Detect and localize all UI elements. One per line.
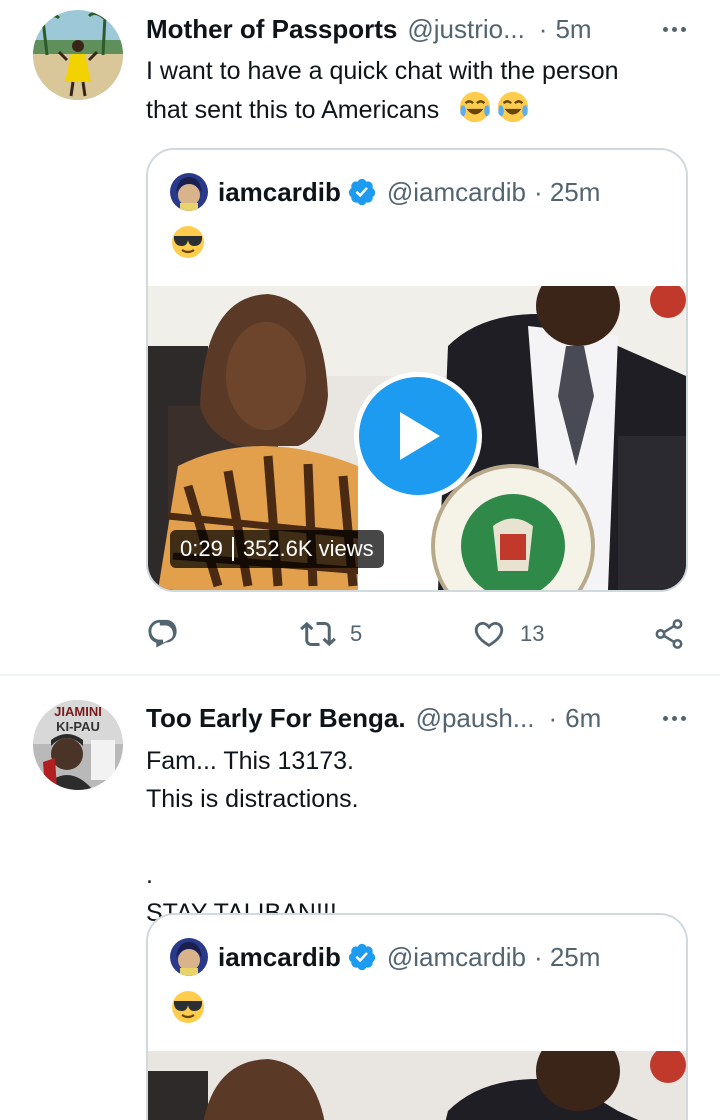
quoted-avatar xyxy=(170,938,208,976)
avatar[interactable] xyxy=(33,10,123,100)
more-icon[interactable] xyxy=(656,13,692,45)
sunglasses-emoji xyxy=(172,991,204,1023)
quoted-tweet-header: iamcardib @iamcardib · 25m xyxy=(170,172,600,212)
like-count: 13 xyxy=(520,621,545,646)
separator-dot: · xyxy=(548,702,558,733)
quoted-tweet[interactable]: iamcardib @iamcardib · 25m xyxy=(146,148,688,592)
video-player[interactable] xyxy=(148,1051,686,1120)
tweet[interactable]: Mother of Passports @justrio... · 5m I w… xyxy=(0,0,720,674)
play-icon xyxy=(400,412,440,460)
timestamp[interactable]: 5m xyxy=(555,14,591,45)
badge-divider xyxy=(231,537,234,561)
quoted-avatar xyxy=(170,173,208,211)
video-thumbnail xyxy=(148,1051,686,1120)
reply-icon xyxy=(148,619,177,648)
tweet-text-line: . xyxy=(146,861,153,889)
more-icon[interactable] xyxy=(656,702,692,734)
tweet-actions: 5 13 xyxy=(146,614,688,654)
author-handle[interactable]: @justrio... xyxy=(407,14,524,45)
tweet-header: Too Early For Benga. @paush... · 6m xyxy=(146,700,692,736)
like-icon xyxy=(474,621,504,647)
tweet-text-line: I want to have a quick chat with the per… xyxy=(146,57,619,85)
tweet-text-line: Fam... This 13173. xyxy=(146,747,354,775)
separator-dot: · xyxy=(533,941,543,972)
quoted-author-handle: @iamcardib xyxy=(386,941,526,972)
author-handle[interactable]: @paush... xyxy=(416,703,535,734)
reply-button[interactable] xyxy=(146,614,180,654)
video-duration: 0:29 xyxy=(180,536,223,561)
video-stats-badge: 0:29 352.6K views xyxy=(170,530,384,568)
verified-badge-icon xyxy=(348,943,375,971)
verified-badge-icon xyxy=(348,178,375,206)
tweet-text: I want to have a quick chat with the per… xyxy=(146,52,690,129)
quoted-author-name: iamcardib xyxy=(218,176,341,207)
tweet-text: Fam... This 13173. This is distractions.… xyxy=(146,742,690,932)
like-button[interactable]: 13 xyxy=(472,614,544,654)
timestamp[interactable]: 6m xyxy=(565,703,601,734)
tweet-text-line: that sent this to Americans xyxy=(146,96,440,124)
sunglasses-emoji xyxy=(172,226,204,258)
face-with-tears-of-joy-emoji xyxy=(460,91,491,123)
avatar-text-line: JIAMINI xyxy=(54,704,102,719)
quoted-timestamp: · 25m xyxy=(534,177,600,208)
retweet-icon xyxy=(300,621,336,647)
separator-dot: · xyxy=(533,176,543,207)
quoted-timestamp: · 25m xyxy=(534,942,600,973)
tweet[interactable]: JIAMINI KI-PAU Too Early For Benga. @pau… xyxy=(0,676,720,1120)
quoted-time-value: 25m xyxy=(549,941,601,972)
share-icon xyxy=(655,619,683,649)
video-player[interactable]: 0:29 352.6K views xyxy=(148,286,686,590)
tweet-text-line: This is distractions. xyxy=(146,785,359,813)
retweet-count: 5 xyxy=(350,621,363,646)
tweet-text-line xyxy=(146,818,690,856)
author-name[interactable]: Mother of Passports xyxy=(146,14,397,45)
video-views: 352.6K views xyxy=(242,536,374,561)
quoted-author-handle: @iamcardib xyxy=(386,176,526,207)
retweet-button[interactable]: 5 xyxy=(300,614,362,654)
share-button[interactable] xyxy=(652,614,686,654)
avatar-text-line: KI-PAU xyxy=(56,719,100,734)
author-name[interactable]: Too Early For Benga. xyxy=(146,703,406,734)
separator-dot: · xyxy=(538,13,548,44)
play-button[interactable] xyxy=(354,372,482,500)
quoted-tweet-header: iamcardib @iamcardib · 25m xyxy=(170,937,600,977)
quoted-tweet[interactable]: iamcardib @iamcardib · 25m xyxy=(146,913,688,1120)
face-with-tears-of-joy-emoji xyxy=(498,91,529,123)
tweet-header: Mother of Passports @justrio... · 5m xyxy=(146,11,692,47)
quoted-time-value: 25m xyxy=(549,176,601,207)
avatar[interactable]: JIAMINI KI-PAU xyxy=(33,700,123,790)
quoted-author-name: iamcardib xyxy=(218,941,341,972)
